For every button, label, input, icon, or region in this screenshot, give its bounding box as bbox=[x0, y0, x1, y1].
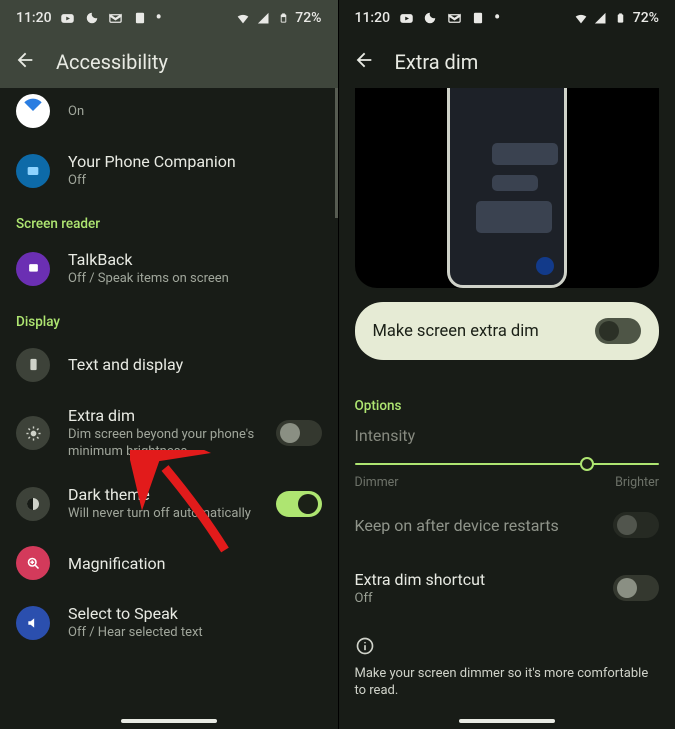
youtube-icon bbox=[398, 10, 414, 26]
youtube-icon bbox=[60, 10, 76, 26]
list-item-your-phone[interactable]: Your Phone Companion Off bbox=[0, 140, 338, 202]
intensity-label: Intensity bbox=[355, 422, 660, 463]
battery-icon bbox=[275, 10, 291, 26]
screenshot-icon bbox=[132, 10, 148, 26]
dark-theme-icon bbox=[16, 487, 50, 521]
list-item-title: Extra dim bbox=[68, 406, 258, 425]
app-icon bbox=[16, 94, 50, 128]
list-item[interactable]: On bbox=[0, 88, 338, 140]
status-bar: 11:20 • 72% bbox=[339, 0, 675, 36]
your-phone-icon bbox=[16, 154, 50, 188]
signal-icon bbox=[593, 10, 609, 26]
shortcut-toggle[interactable] bbox=[613, 575, 659, 601]
extra-dim-icon bbox=[16, 416, 50, 450]
list-item-title: Select to Speak bbox=[68, 604, 322, 623]
list-item-magnification[interactable]: Magnification bbox=[0, 534, 338, 592]
select-to-speak-icon bbox=[16, 606, 50, 640]
back-icon[interactable] bbox=[14, 49, 36, 75]
make-extra-dim-toggle[interactable] bbox=[595, 318, 641, 344]
app-bar: Accessibility bbox=[0, 36, 338, 88]
list-item-sub: Dim screen beyond your phone's minimum b… bbox=[68, 427, 258, 461]
feature-preview bbox=[355, 88, 660, 288]
talkback-icon bbox=[16, 252, 50, 286]
list-item-sub: Will never turn off automatically bbox=[68, 506, 258, 523]
battery-icon bbox=[613, 10, 629, 26]
list-item-select-to-speak[interactable]: Select to Speak Off / Hear selected text bbox=[0, 592, 338, 654]
dark-theme-toggle[interactable] bbox=[276, 491, 322, 517]
mail-icon bbox=[108, 10, 124, 26]
status-battery-pct: 72% bbox=[633, 10, 659, 26]
list-item-text-display[interactable]: Text and display bbox=[0, 336, 338, 394]
wifi-icon bbox=[573, 10, 589, 26]
list-item-talkback[interactable]: TalkBack Off / Speak items on screen bbox=[0, 238, 338, 300]
wifi-icon bbox=[235, 10, 251, 26]
screenshot-icon bbox=[470, 10, 486, 26]
extra-dim-toggle[interactable] bbox=[276, 420, 322, 446]
list-item-title: Your Phone Companion bbox=[68, 152, 322, 171]
nav-bar[interactable] bbox=[339, 719, 675, 723]
keep-on-toggle bbox=[613, 512, 659, 538]
list-item-title: Text and display bbox=[68, 355, 322, 374]
list-item-sub: Off / Hear selected text bbox=[68, 625, 322, 642]
settings-list[interactable]: On Your Phone Companion Off Screen reade… bbox=[0, 88, 338, 654]
moon-icon bbox=[84, 10, 100, 26]
status-time: 11:20 bbox=[16, 10, 52, 26]
moon-icon bbox=[422, 10, 438, 26]
status-time: 11:20 bbox=[355, 10, 391, 26]
shortcut-title: Extra dim shortcut bbox=[355, 570, 486, 589]
footer-text: Make your screen dimmer so it's more com… bbox=[339, 662, 675, 700]
signal-icon bbox=[255, 10, 271, 26]
shortcut-row[interactable]: Extra dim shortcut Off bbox=[339, 554, 675, 622]
status-bar: 11:20 • 72% bbox=[0, 0, 338, 36]
nav-bar[interactable] bbox=[0, 719, 338, 723]
list-item-sub: On bbox=[68, 104, 322, 121]
slider-min-label: Dimmer bbox=[355, 475, 399, 490]
page-title: Accessibility bbox=[56, 50, 168, 74]
list-item-title: Magnification bbox=[68, 554, 322, 573]
intensity-slider[interactable]: Intensity Dimmer Brighter bbox=[339, 422, 675, 496]
keep-on-label: Keep on after device restarts bbox=[355, 516, 559, 535]
list-item-title: TalkBack bbox=[68, 250, 322, 269]
status-battery-pct: 72% bbox=[295, 10, 321, 26]
make-extra-dim-label: Make screen extra dim bbox=[373, 322, 539, 341]
back-icon[interactable] bbox=[353, 49, 375, 75]
magnification-icon bbox=[16, 546, 50, 580]
list-item-sub: Off / Speak items on screen bbox=[68, 271, 322, 288]
info-icon bbox=[339, 622, 675, 662]
slider-max-label: Brighter bbox=[615, 475, 659, 490]
list-item-title: Dark theme bbox=[68, 485, 258, 504]
list-item-sub: Off bbox=[68, 173, 322, 190]
list-item-extra-dim[interactable]: Extra dim Dim screen beyond your phone's… bbox=[0, 394, 338, 473]
shortcut-sub: Off bbox=[355, 591, 486, 606]
list-item-dark-theme[interactable]: Dark theme Will never turn off automatic… bbox=[0, 473, 338, 535]
make-extra-dim-row[interactable]: Make screen extra dim bbox=[355, 302, 660, 360]
section-screen-reader: Screen reader bbox=[0, 202, 338, 238]
page-title: Extra dim bbox=[395, 50, 479, 74]
text-display-icon bbox=[16, 348, 50, 382]
app-bar: Extra dim bbox=[339, 36, 675, 88]
section-options: Options bbox=[339, 370, 675, 422]
keep-on-row: Keep on after device restarts bbox=[339, 496, 675, 554]
mail-icon bbox=[446, 10, 462, 26]
section-display: Display bbox=[0, 300, 338, 336]
